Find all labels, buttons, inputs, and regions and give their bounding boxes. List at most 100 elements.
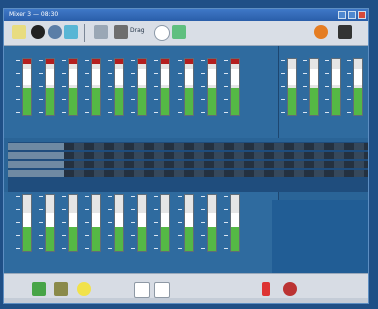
fader-white (92, 69, 100, 85)
fader-ticks (201, 60, 205, 114)
row-1[interactable] (8, 143, 368, 150)
fader-b6[interactable] (137, 194, 147, 252)
fader-white (231, 69, 239, 85)
row-3[interactable] (8, 161, 368, 168)
toolbar-divider (84, 24, 85, 42)
fader-white (115, 69, 123, 85)
fader-8[interactable] (184, 58, 194, 116)
fader-10[interactable] (230, 58, 240, 116)
channel-rows (8, 142, 368, 192)
panel-icon[interactable] (94, 25, 108, 39)
row-cells (64, 170, 368, 177)
row-cells (64, 143, 368, 150)
fader-5[interactable] (114, 58, 124, 116)
camera-icon[interactable] (32, 282, 46, 296)
pen-icon[interactable] (114, 25, 128, 39)
window-controls (338, 11, 366, 19)
fader-peak (208, 59, 216, 64)
fader-green (115, 227, 123, 251)
fader-ticks (85, 196, 89, 250)
fader-green (46, 88, 54, 115)
maximize-button[interactable] (348, 11, 356, 19)
cursor-b-icon[interactable] (154, 282, 170, 298)
fader-peak (185, 59, 193, 64)
fader-white (288, 69, 296, 85)
row-cells (64, 152, 368, 159)
fader-white (23, 69, 31, 85)
fader-b1[interactable] (22, 194, 32, 252)
fader-ticks (178, 60, 182, 114)
minimize-button[interactable] (338, 11, 346, 19)
fader-green (138, 88, 146, 115)
row-4[interactable] (8, 170, 368, 177)
grid-icon[interactable] (64, 25, 78, 39)
fader-12[interactable] (309, 58, 319, 116)
tape-icon[interactable] (54, 282, 68, 296)
fader-green (208, 88, 216, 115)
pointer-icon[interactable] (12, 25, 26, 39)
fader-white (161, 69, 169, 85)
fader-b5[interactable] (114, 194, 124, 252)
fader-b2[interactable] (45, 194, 55, 252)
fader-ticks (131, 60, 135, 114)
fader-peak (46, 59, 54, 64)
close-button[interactable] (358, 11, 366, 19)
cursor-a-icon[interactable] (134, 282, 150, 298)
fader-ticks (281, 60, 285, 114)
bottom-toolbar (4, 273, 368, 303)
window-title: Mixer 3 — 08:30 (9, 11, 59, 18)
fader-white (69, 69, 77, 85)
settings-icon[interactable] (283, 282, 297, 296)
row-2[interactable] (8, 152, 368, 159)
fader-green (46, 227, 54, 251)
fader-9[interactable] (207, 58, 217, 116)
title-bar: Mixer 3 — 08:30 (4, 9, 368, 21)
fader-b4[interactable] (91, 194, 101, 252)
traffic-icon[interactable] (262, 282, 270, 296)
fader-7[interactable] (160, 58, 170, 116)
fader-green (115, 88, 123, 115)
fader-13[interactable] (331, 58, 341, 116)
leaf-icon[interactable] (172, 25, 186, 39)
fader-peak (138, 59, 146, 64)
fader-4[interactable] (91, 58, 101, 116)
fader-green (231, 88, 239, 115)
fader-white (185, 69, 193, 85)
fader-14[interactable] (353, 58, 363, 116)
smile-icon[interactable] (77, 282, 91, 296)
fader-ticks (39, 60, 43, 114)
fader-green (69, 227, 77, 251)
clock-icon[interactable] (48, 25, 62, 39)
row-label (8, 170, 64, 177)
fader-b7[interactable] (160, 194, 170, 252)
fader-peak (161, 59, 169, 64)
fader-b10[interactable] (230, 194, 240, 252)
fader-ticks (347, 60, 351, 114)
fader-b3[interactable] (68, 194, 78, 252)
circle-icon[interactable] (154, 25, 170, 41)
fader-b9[interactable] (207, 194, 217, 252)
bottom-right-panel (272, 200, 368, 280)
fader-3[interactable] (68, 58, 78, 116)
fader-green (288, 88, 296, 115)
fader-11[interactable] (287, 58, 297, 116)
fader-green (185, 227, 193, 251)
fader-6[interactable] (137, 58, 147, 116)
fader-green (23, 88, 31, 115)
row-cells (64, 161, 368, 168)
fader-peak (23, 59, 31, 64)
fader-green (69, 88, 77, 115)
warning-icon[interactable] (314, 25, 328, 39)
fader-b8[interactable] (184, 194, 194, 252)
person-icon[interactable] (338, 25, 352, 39)
fader-white (138, 69, 146, 85)
fader-ticks (325, 60, 329, 114)
fader-2[interactable] (45, 58, 55, 116)
fader-ticks (201, 196, 205, 250)
row-label (8, 143, 64, 150)
fader-white (354, 69, 362, 85)
drop-icon[interactable] (31, 25, 45, 39)
fader-1[interactable] (22, 58, 32, 116)
mixer-main (4, 46, 368, 282)
mixer-window: Mixer 3 — 08:30 Drag (3, 8, 369, 304)
